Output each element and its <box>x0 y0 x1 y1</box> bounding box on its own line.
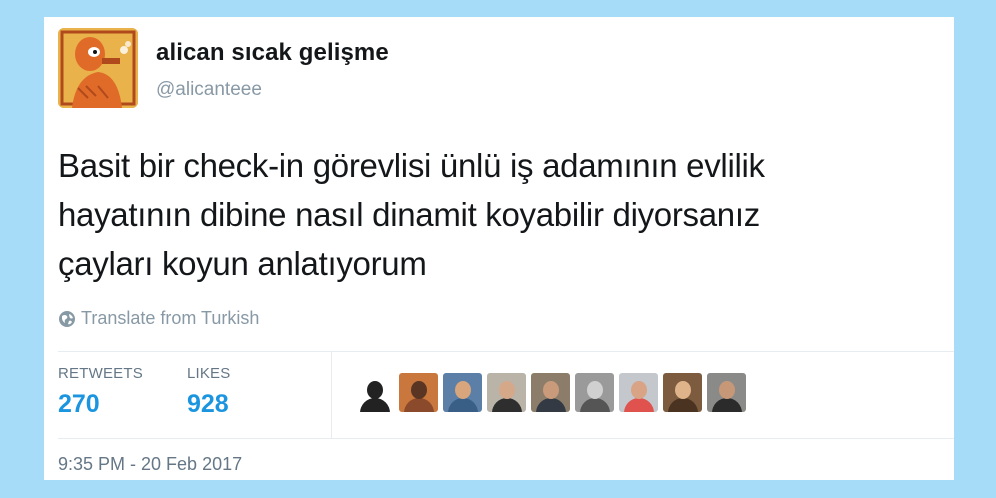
liker-face <box>410 381 427 399</box>
user-handle[interactable]: @alicanteee <box>156 79 262 101</box>
user-avatar[interactable] <box>58 28 138 108</box>
liker-body <box>579 398 610 412</box>
liker-avatar-7[interactable] <box>619 373 658 412</box>
user-display-name[interactable]: alican sıcak gelişme <box>156 39 389 67</box>
liker-avatar-4[interactable] <box>487 373 526 412</box>
likes-count: 928 <box>186 390 229 418</box>
translate-label: Translate from Turkish <box>81 308 260 328</box>
liker-body <box>623 398 654 412</box>
tweet-card: alican sıcak gelişme @alicanteee Basit b… <box>44 17 954 480</box>
retweets-count: 270 <box>58 390 100 418</box>
liker-avatar-9[interactable] <box>707 373 746 412</box>
likes-stat[interactable]: LIKES 928 <box>187 351 231 438</box>
retweets-stat[interactable]: RETWEETS 270 <box>58 351 143 438</box>
liker-avatars <box>355 373 746 412</box>
liker-face <box>454 381 471 399</box>
liker-body <box>447 398 478 412</box>
tweet-text: Basit bir check-in görevlisi ünlü iş ada… <box>58 147 765 282</box>
liker-body <box>403 398 434 412</box>
liker-face <box>366 381 383 399</box>
stats-bottom-divider <box>58 438 954 439</box>
tweet-timestamp[interactable]: 9:35 PM - 20 Feb 2017 <box>58 454 242 475</box>
liker-avatar-5[interactable] <box>531 373 570 412</box>
liker-face <box>674 381 691 399</box>
tweet-stats: RETWEETS 270 LIKES 928 <box>58 351 274 438</box>
avatar-illustration-icon <box>58 28 138 108</box>
liker-body <box>667 398 698 412</box>
liker-face <box>586 381 603 399</box>
stats-separator <box>331 351 332 438</box>
liker-avatar-8[interactable] <box>663 373 702 412</box>
liker-body <box>359 398 390 412</box>
liker-avatar-3[interactable] <box>443 373 482 412</box>
liker-face <box>630 381 647 399</box>
liker-avatar-6[interactable] <box>575 373 614 412</box>
globe-icon <box>59 310 75 327</box>
liker-avatar-2[interactable] <box>399 373 438 412</box>
liker-face <box>542 381 559 399</box>
retweets-label: RETWEETS <box>58 365 143 382</box>
liker-body <box>491 398 522 412</box>
translate-link[interactable]: Translate from Turkish <box>58 308 259 329</box>
liker-body <box>711 398 742 412</box>
likes-label: LIKES <box>186 365 231 382</box>
liker-face <box>498 381 515 399</box>
liker-avatar-1[interactable] <box>355 373 394 412</box>
liker-body <box>535 398 566 412</box>
liker-face <box>718 381 735 399</box>
